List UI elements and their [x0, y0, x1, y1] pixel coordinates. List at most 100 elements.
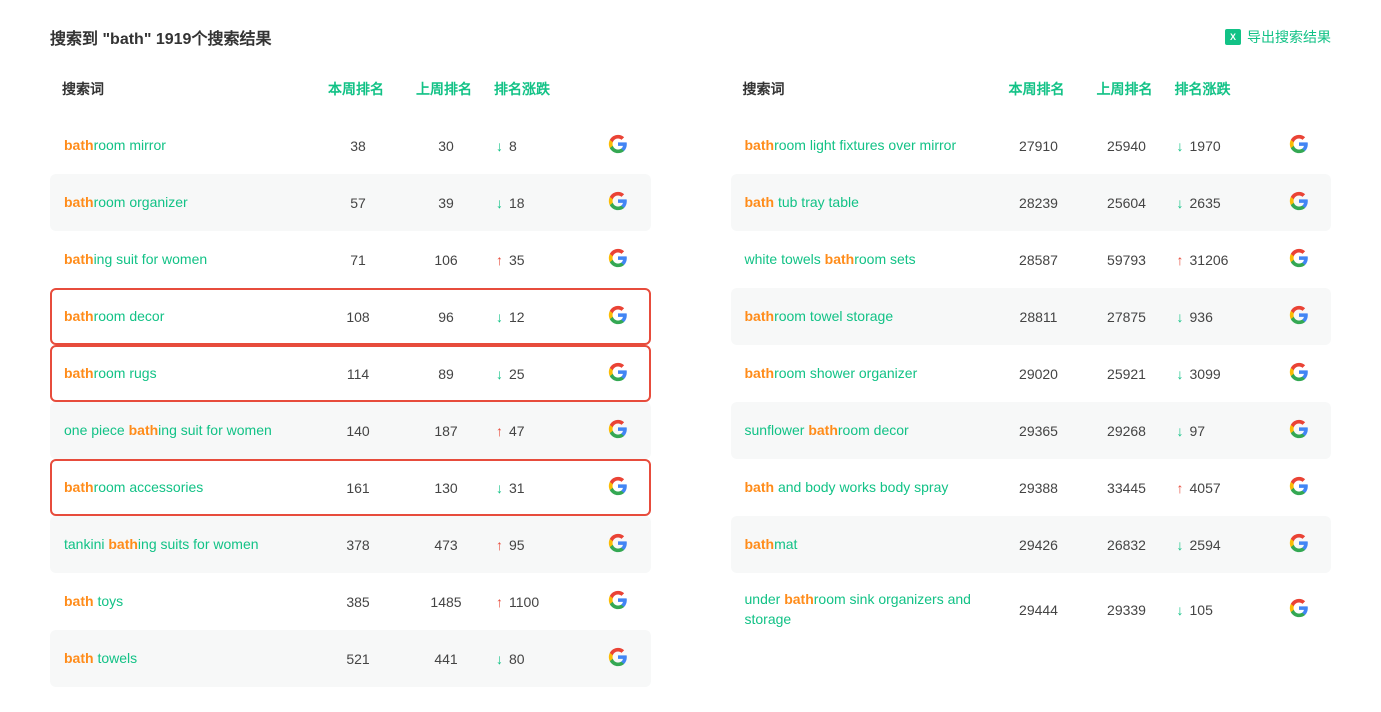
term-link[interactable]: bathing suit for women: [64, 250, 314, 270]
change-value: 31: [490, 480, 600, 496]
term-link[interactable]: bathroom decor: [64, 307, 314, 327]
term-link[interactable]: bathroom towel storage: [745, 307, 995, 327]
google-icon[interactable]: [608, 476, 628, 496]
term-link[interactable]: bathroom mirror: [64, 136, 314, 156]
google-search-link[interactable]: [600, 419, 637, 442]
google-search-link[interactable]: [600, 362, 637, 385]
th-last-week[interactable]: 上周排名: [400, 79, 488, 99]
google-icon[interactable]: [1289, 248, 1309, 268]
left-table: 搜索词 本周排名 上周排名 排名涨跌 bathroom mirror38308 …: [50, 79, 651, 687]
arrow-down-icon: [1177, 366, 1184, 382]
table-row: bath towels52144180: [50, 630, 651, 687]
table-row: bathroom mirror38308: [50, 117, 651, 174]
google-search-link[interactable]: [600, 476, 637, 499]
google-search-link[interactable]: [600, 248, 637, 271]
google-icon[interactable]: [608, 305, 628, 325]
term-link[interactable]: tankini bathing suits for women: [64, 535, 314, 555]
term-link[interactable]: bath toys: [64, 592, 314, 612]
google-search-link[interactable]: [1281, 598, 1318, 621]
last-week-value: 473: [402, 537, 490, 553]
term-link[interactable]: sunflower bathroom decor: [745, 421, 995, 441]
change-number: 3099: [1190, 366, 1221, 382]
th-change[interactable]: 排名涨跌: [1169, 79, 1279, 99]
google-icon[interactable]: [608, 362, 628, 382]
google-icon[interactable]: [608, 590, 628, 610]
th-change[interactable]: 排名涨跌: [488, 79, 598, 99]
google-search-link[interactable]: [600, 590, 637, 613]
arrow-down-icon: [1177, 195, 1184, 211]
term-link[interactable]: bath tub tray table: [745, 193, 995, 213]
arrow-up-icon: [496, 594, 503, 610]
this-week-value: 140: [314, 423, 402, 439]
google-icon[interactable]: [1289, 533, 1309, 553]
term-link[interactable]: bathroom rugs: [64, 364, 314, 384]
google-icon[interactable]: [608, 134, 628, 154]
term-link[interactable]: bathroom light fixtures over mirror: [745, 136, 995, 156]
last-week-value: 30: [402, 138, 490, 154]
table-row: bath toys38514851100: [50, 573, 651, 630]
google-search-link[interactable]: [600, 647, 637, 670]
change-value: 1100: [490, 594, 600, 610]
term-link[interactable]: white towels bathroom sets: [745, 250, 995, 270]
arrow-down-icon: [496, 651, 503, 667]
google-icon[interactable]: [1289, 598, 1309, 618]
google-icon[interactable]: [1289, 134, 1309, 154]
title-mid: ": [144, 31, 156, 48]
google-search-link[interactable]: [600, 305, 637, 328]
google-search-link[interactable]: [1281, 134, 1318, 157]
last-week-value: 187: [402, 423, 490, 439]
google-icon[interactable]: [1289, 362, 1309, 382]
last-week-value: 96: [402, 309, 490, 325]
table-row: bathroom light fixtures over mirror27910…: [731, 117, 1332, 174]
term-link[interactable]: bathroom shower organizer: [745, 364, 995, 384]
google-icon[interactable]: [608, 647, 628, 667]
arrow-down-icon: [1177, 602, 1184, 618]
google-search-link[interactable]: [600, 191, 637, 214]
google-icon[interactable]: [1289, 476, 1309, 496]
term-link[interactable]: bath and body works body spray: [745, 478, 995, 498]
table-row: bath tub tray table28239256042635: [731, 174, 1332, 231]
last-week-value: 29339: [1083, 602, 1171, 618]
change-number: 936: [1190, 309, 1213, 325]
change-value: 105: [1171, 602, 1281, 618]
google-icon[interactable]: [1289, 305, 1309, 325]
term-link[interactable]: one piece bathing suit for women: [64, 421, 314, 441]
table-row: under bathroom sink organizers and stora…: [731, 573, 1332, 646]
table-row: bathroom towel storage2881127875936: [731, 288, 1332, 345]
last-week-value: 25940: [1083, 138, 1171, 154]
term-link[interactable]: under bathroom sink organizers and stora…: [745, 590, 995, 629]
google-search-link[interactable]: [1281, 419, 1318, 442]
arrow-down-icon: [1177, 423, 1184, 439]
table-header: 搜索词 本周排名 上周排名 排名涨跌: [731, 79, 1332, 117]
term-link[interactable]: bath towels: [64, 649, 314, 669]
arrow-up-icon: [1177, 252, 1184, 268]
last-week-value: 130: [402, 480, 490, 496]
google-icon[interactable]: [608, 248, 628, 268]
change-number: 97: [1190, 423, 1206, 439]
term-link[interactable]: bathroom accessories: [64, 478, 314, 498]
google-search-link[interactable]: [1281, 305, 1318, 328]
table-row: bathroom organizer573918: [50, 174, 651, 231]
th-last-week[interactable]: 上周排名: [1081, 79, 1169, 99]
term-link[interactable]: bathroom organizer: [64, 193, 314, 213]
google-icon[interactable]: [608, 419, 628, 439]
last-week-value: 89: [402, 366, 490, 382]
google-search-link[interactable]: [600, 134, 637, 157]
google-search-link[interactable]: [600, 533, 637, 556]
google-icon[interactable]: [1289, 419, 1309, 439]
google-search-link[interactable]: [1281, 191, 1318, 214]
google-search-link[interactable]: [1281, 362, 1318, 385]
google-search-link[interactable]: [1281, 476, 1318, 499]
this-week-value: 378: [314, 537, 402, 553]
google-icon[interactable]: [608, 191, 628, 211]
export-results-link[interactable]: X 导出搜索结果: [1225, 27, 1331, 47]
th-this-week[interactable]: 本周排名: [312, 79, 400, 99]
term-link[interactable]: bathmat: [745, 535, 995, 555]
change-number: 25: [509, 366, 525, 382]
arrow-down-icon: [496, 195, 503, 211]
th-this-week[interactable]: 本周排名: [993, 79, 1081, 99]
google-icon[interactable]: [608, 533, 628, 553]
google-search-link[interactable]: [1281, 533, 1318, 556]
google-icon[interactable]: [1289, 191, 1309, 211]
google-search-link[interactable]: [1281, 248, 1318, 271]
